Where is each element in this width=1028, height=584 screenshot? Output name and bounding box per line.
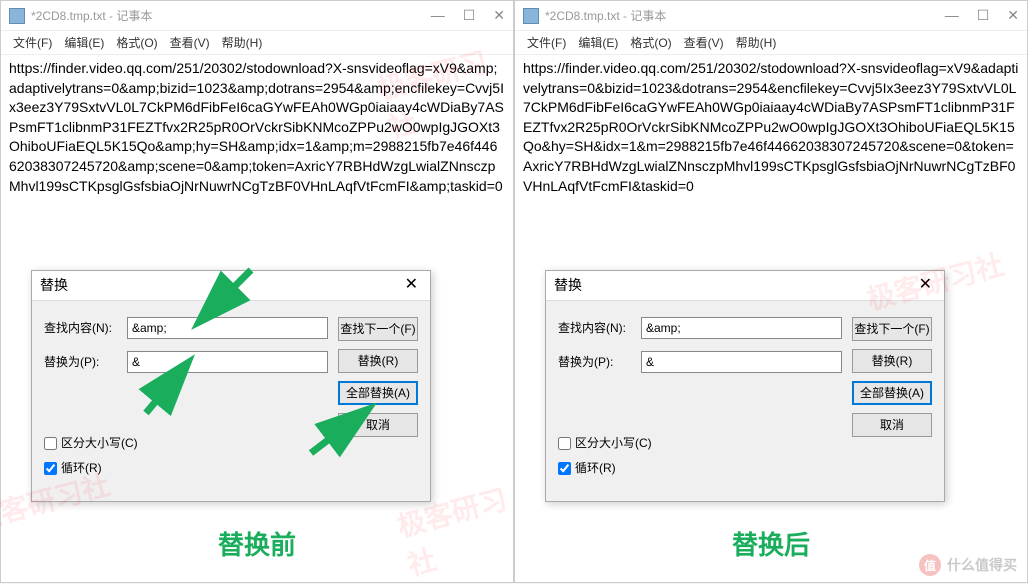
dialog-title: 替换	[40, 276, 68, 296]
menubar: 文件(F) 编辑(E) 格式(O) 查看(V) 帮助(H)	[515, 31, 1027, 55]
notepad-window-left: *2CD8.tmp.txt - 记事本 — ☐ ✕ 文件(F) 编辑(E) 格式…	[0, 0, 514, 583]
maximize-button[interactable]: ☐	[463, 7, 476, 24]
find-label: 查找内容(N):	[558, 320, 633, 337]
replace-label: 替换为(P):	[558, 354, 633, 371]
replace-input[interactable]	[127, 351, 328, 373]
minimize-button[interactable]: —	[945, 7, 959, 24]
text-area[interactable]: https://finder.video.qq.com/251/20302/st…	[1, 55, 513, 582]
notepad-icon	[9, 8, 25, 24]
match-case-label: 区分大小写(C)	[575, 435, 652, 452]
dialog-titlebar[interactable]: 替换 ✕	[32, 271, 430, 301]
notepad-icon	[523, 8, 539, 24]
match-case-label: 区分大小写(C)	[61, 435, 138, 452]
notepad-window-right: *2CD8.tmp.txt - 记事本 — ☐ ✕ 文件(F) 编辑(E) 格式…	[514, 0, 1028, 583]
replace-all-button[interactable]: 全部替换(A)	[852, 381, 932, 405]
titlebar[interactable]: *2CD8.tmp.txt - 记事本 — ☐ ✕	[1, 1, 513, 31]
close-icon[interactable]: ✕	[401, 274, 422, 296]
menu-help[interactable]: 帮助(H)	[732, 32, 781, 53]
menu-edit[interactable]: 编辑(E)	[574, 32, 622, 53]
replace-label: 替换为(P):	[44, 354, 119, 371]
text-content: https://finder.video.qq.com/251/20302/st…	[9, 60, 504, 194]
dialog-titlebar[interactable]: 替换 ✕	[546, 271, 944, 301]
menu-view[interactable]: 查看(V)	[166, 32, 214, 53]
find-input[interactable]	[641, 317, 842, 339]
titlebar[interactable]: *2CD8.tmp.txt - 记事本 — ☐ ✕	[515, 1, 1027, 31]
close-button[interactable]: ✕	[1007, 7, 1019, 24]
menubar: 文件(F) 编辑(E) 格式(O) 查看(V) 帮助(H)	[1, 31, 513, 55]
replace-input[interactable]	[641, 351, 842, 373]
find-input[interactable]	[127, 317, 328, 339]
menu-edit[interactable]: 编辑(E)	[60, 32, 108, 53]
close-icon[interactable]: ✕	[915, 274, 936, 296]
menu-format[interactable]: 格式(O)	[112, 32, 161, 53]
find-next-button[interactable]: 查找下一个(F)	[852, 317, 932, 341]
text-content: https://finder.video.qq.com/251/20302/st…	[523, 60, 1018, 194]
menu-help[interactable]: 帮助(H)	[218, 32, 267, 53]
close-button[interactable]: ✕	[493, 7, 505, 24]
menu-view[interactable]: 查看(V)	[680, 32, 728, 53]
find-label: 查找内容(N):	[44, 320, 119, 337]
replace-dialog: 替换 ✕ 查找内容(N): 替换为(P):	[545, 270, 945, 502]
match-case-checkbox[interactable]	[558, 437, 571, 450]
window-title: *2CD8.tmp.txt - 记事本	[545, 7, 945, 24]
cancel-button[interactable]: 取消	[338, 413, 418, 437]
menu-file[interactable]: 文件(F)	[9, 32, 56, 53]
site-badge-icon: 值	[919, 554, 941, 576]
site-name: 什么值得买	[947, 555, 1017, 575]
cancel-button[interactable]: 取消	[852, 413, 932, 437]
replace-dialog: 替换 ✕ 查找内容(N): 替换为(P):	[31, 270, 431, 502]
menu-file[interactable]: 文件(F)	[523, 32, 570, 53]
loop-checkbox[interactable]	[558, 462, 571, 475]
find-next-button[interactable]: 查找下一个(F)	[338, 317, 418, 341]
dialog-title: 替换	[554, 276, 582, 296]
replace-button[interactable]: 替换(R)	[338, 349, 418, 373]
menu-format[interactable]: 格式(O)	[626, 32, 675, 53]
replace-button[interactable]: 替换(R)	[852, 349, 932, 373]
loop-label: 循环(R)	[575, 460, 616, 477]
loop-label: 循环(R)	[61, 460, 102, 477]
caption-before: 替换前	[1, 525, 513, 562]
replace-all-button[interactable]: 全部替换(A)	[338, 381, 418, 405]
window-title: *2CD8.tmp.txt - 记事本	[31, 7, 431, 24]
maximize-button[interactable]: ☐	[977, 7, 990, 24]
minimize-button[interactable]: —	[431, 7, 445, 24]
loop-checkbox[interactable]	[44, 462, 57, 475]
site-watermark: 值 什么值得买	[919, 554, 1017, 576]
text-area[interactable]: https://finder.video.qq.com/251/20302/st…	[515, 55, 1027, 582]
match-case-checkbox[interactable]	[44, 437, 57, 450]
